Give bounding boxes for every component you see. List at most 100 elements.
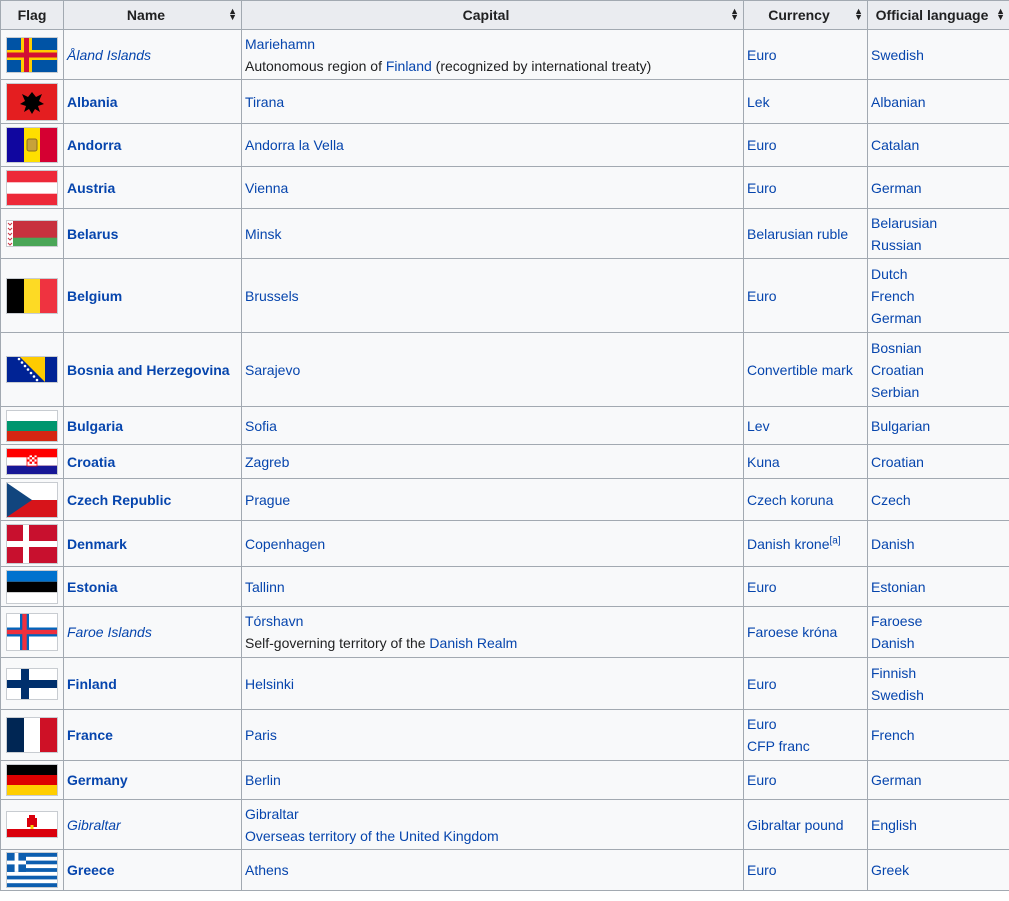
denmark-flag[interactable] [6,523,58,564]
currency-link[interactable]: Czech koruna [747,492,833,508]
capital-link[interactable]: Sarajevo [245,359,740,381]
currency-link[interactable]: Euro [747,288,777,304]
language-link[interactable]: Croatian [871,359,1006,381]
sort-arrows-icon[interactable]: ▲ ▼ [854,7,863,22]
language-link[interactable]: Croatian [871,451,1006,473]
language-link[interactable]: Swedish [871,44,1006,66]
greece-flag[interactable] [6,852,58,888]
note-link[interactable]: Finland [386,58,432,74]
capital-link[interactable]: Paris [245,724,740,746]
country-link-andorra[interactable]: Andorra [67,137,121,153]
capital-link[interactable]: Prague [245,489,740,511]
finland-flag[interactable] [6,667,58,700]
language-link[interactable]: Danish [871,632,1006,654]
country-link-denmark[interactable]: Denmark [67,536,127,552]
currency-link[interactable]: Danish krone [747,536,830,552]
bulgaria-flag[interactable] [6,409,58,442]
header-capital[interactable]: Capital ▲ ▼ [241,0,744,30]
territory-status-link[interactable]: Overseas territory of the United Kingdom [245,825,740,847]
capital-link[interactable]: Berlin [245,769,740,791]
language-link[interactable]: Bulgarian [871,415,1006,437]
country-link-belarus[interactable]: Belarus [67,226,118,242]
language-link[interactable]: German [871,769,1006,791]
capital-link[interactable]: Mariehamn [245,33,740,55]
header-name[interactable]: Name ▲ ▼ [63,0,242,30]
currency-link[interactable]: Euro [747,47,777,63]
estonia-flag[interactable] [6,569,58,604]
currency-link[interactable]: Euro [747,676,777,692]
language-link[interactable]: Bosnian [871,337,1006,359]
currency-link[interactable]: Kuna [747,454,780,470]
country-link-greece[interactable]: Greece [67,862,114,878]
language-link[interactable]: Swedish [871,684,1006,706]
capital-link[interactable]: Athens [245,859,740,881]
language-link[interactable]: Danish [871,533,1006,555]
currency-link[interactable]: CFP franc [747,738,810,754]
capital-link[interactable]: Vienna [245,177,740,199]
capital-link[interactable]: Minsk [245,223,740,245]
language-link[interactable]: Estonian [871,576,1006,598]
language-link[interactable]: Serbian [871,381,1006,403]
currency-link[interactable]: Euro [747,137,777,153]
country-link-croatia[interactable]: Croatia [67,454,115,470]
language-link[interactable]: German [871,177,1006,199]
capital-link[interactable]: Zagreb [245,451,740,473]
country-link-austria[interactable]: Austria [67,180,115,196]
note-link[interactable]: Danish Realm [429,635,517,651]
capital-link[interactable]: Tórshavn [245,610,740,632]
language-link[interactable]: Catalan [871,134,1006,156]
austria-flag[interactable] [6,169,58,206]
language-link[interactable]: Albanian [871,91,1006,113]
language-link[interactable]: Czech [871,489,1006,511]
currency-link[interactable]: Faroese króna [747,624,837,640]
belgium-flag[interactable] [6,277,58,314]
sort-arrows-icon[interactable]: ▲ ▼ [996,7,1005,22]
language-link[interactable]: Greek [871,859,1006,881]
gibraltar-flag[interactable] [6,811,58,838]
country-link-bulgaria[interactable]: Bulgaria [67,418,123,434]
language-link[interactable]: Dutch [871,263,1006,285]
capital-link[interactable]: Copenhagen [245,533,740,555]
currency-link[interactable]: Lek [747,94,770,110]
language-link[interactable]: Belarusian [871,212,1006,234]
currency-link[interactable]: Euro [747,772,777,788]
country-link-estonia[interactable]: Estonia [67,579,118,595]
language-link[interactable]: Faroese [871,610,1006,632]
country-link-finland[interactable]: Finland [67,676,117,692]
currency-link[interactable]: Euro [747,579,777,595]
language-link[interactable]: German [871,307,1006,329]
capital-link[interactable]: Gibraltar [245,803,740,825]
country-link-bosnia-and-herzegovina[interactable]: Bosnia and Herzegovina [67,362,230,378]
currency-link[interactable]: Lev [747,418,770,434]
language-link[interactable]: French [871,724,1006,746]
andorra-flag[interactable] [6,127,58,163]
currency-link[interactable]: Belarusian ruble [747,226,848,242]
language-link[interactable]: French [871,285,1006,307]
sort-arrows-icon[interactable]: ▲ ▼ [730,7,739,22]
language-link[interactable]: Finnish [871,662,1006,684]
language-link[interactable]: Russian [871,234,1006,256]
germany-flag[interactable] [6,764,58,796]
currency-link[interactable]: Euro [747,862,777,878]
capital-link[interactable]: Tirana [245,91,740,113]
currency-link[interactable]: Convertible mark [747,362,853,378]
capital-link[interactable]: Sofia [245,415,740,437]
sort-arrows-icon[interactable]: ▲ ▼ [228,7,237,22]
country-link-albania[interactable]: Albania [67,94,118,110]
header-language[interactable]: Official language ▲ ▼ [867,0,1009,30]
country-link-faroe-islands[interactable]: Faroe Islands [67,624,152,640]
france-flag[interactable] [6,717,58,753]
country-link-france[interactable]: France [67,727,113,743]
country-link-gibraltar[interactable]: Gibraltar [67,817,121,833]
capital-link[interactable]: Andorra la Vella [245,134,740,156]
currency-link[interactable]: Euro [747,716,777,732]
country-link-belgium[interactable]: Belgium [67,288,122,304]
country-link-czech-republic[interactable]: Czech Republic [67,492,171,508]
footnote-link[interactable]: [a] [830,535,841,546]
croatia-flag[interactable] [6,448,58,475]
aland-flag[interactable] [6,36,58,73]
language-link[interactable]: English [871,814,1006,836]
albania-flag[interactable] [6,82,58,121]
country-link-germany[interactable]: Germany [67,772,128,788]
country-link-aland-islands[interactable]: Åland Islands [67,47,151,63]
